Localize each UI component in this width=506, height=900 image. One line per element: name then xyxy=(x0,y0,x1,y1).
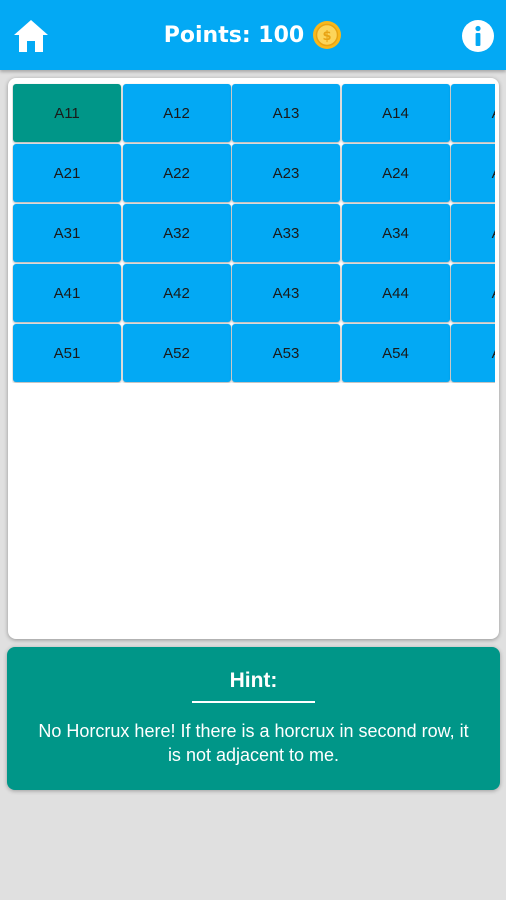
hint-divider xyxy=(192,701,315,703)
home-icon xyxy=(14,20,48,52)
grid-cell-a14[interactable]: A14 xyxy=(341,84,450,142)
grid-cell-a31[interactable]: A31 xyxy=(13,204,121,262)
grid-cell-a11[interactable]: A11 xyxy=(13,84,121,142)
info-icon xyxy=(462,20,494,52)
points-display: Points: 100 $ xyxy=(0,0,506,70)
grid-cell-a13[interactable]: A13 xyxy=(232,84,340,142)
grid-cell-a24[interactable]: A24 xyxy=(341,144,450,202)
grid-cell-a54[interactable]: A54 xyxy=(341,324,450,382)
grid-cell-a21[interactable]: A21 xyxy=(13,144,121,202)
coin-icon: $ xyxy=(313,21,342,49)
grid-cell-a12[interactable]: A12 xyxy=(122,84,231,142)
grid-cell-a41[interactable]: A41 xyxy=(13,264,121,322)
grid-cell-a44[interactable]: A44 xyxy=(341,264,450,322)
hint-panel: Hint: No Horcrux here! If there is a hor… xyxy=(7,647,500,790)
grid-cell-a25[interactable]: A25 xyxy=(451,144,495,202)
grid-cell-a51[interactable]: A51 xyxy=(13,324,121,382)
grid-cell-a52[interactable]: A52 xyxy=(122,324,231,382)
grid-cell-a33[interactable]: A33 xyxy=(232,204,340,262)
grid-cell-a22[interactable]: A22 xyxy=(122,144,231,202)
info-button[interactable] xyxy=(461,19,495,53)
grid-cell-a43[interactable]: A43 xyxy=(232,264,340,322)
grid-cell-a42[interactable]: A42 xyxy=(122,264,231,322)
grid-cell-a32[interactable]: A32 xyxy=(122,204,231,262)
hint-text: No Horcrux here! If there is a horcrux i… xyxy=(38,721,469,765)
hint-title: Hint: xyxy=(229,669,278,692)
grid-cell-a34[interactable]: A34 xyxy=(341,204,450,262)
grid-cell-a45[interactable]: A45 xyxy=(451,264,495,322)
top-bar: Points: 100 $ xyxy=(0,0,506,70)
points-label: Points: 100 xyxy=(163,22,305,48)
grid-cell-a23[interactable]: A23 xyxy=(232,144,340,202)
grid-cell-a53[interactable]: A53 xyxy=(232,324,340,382)
home-button[interactable] xyxy=(12,18,50,54)
grid-cell-a55[interactable]: A55 xyxy=(451,324,495,382)
cell-grid: A11A12A13A14A15A21A22A23A24A25A31A32A33A… xyxy=(12,83,495,383)
grid-cell-a35[interactable]: A35 xyxy=(451,204,495,262)
grid-cell-a15[interactable]: A15 xyxy=(451,84,495,142)
svg-text:$: $ xyxy=(323,29,332,44)
game-board: A11A12A13A14A15A21A22A23A24A25A31A32A33A… xyxy=(8,78,499,639)
